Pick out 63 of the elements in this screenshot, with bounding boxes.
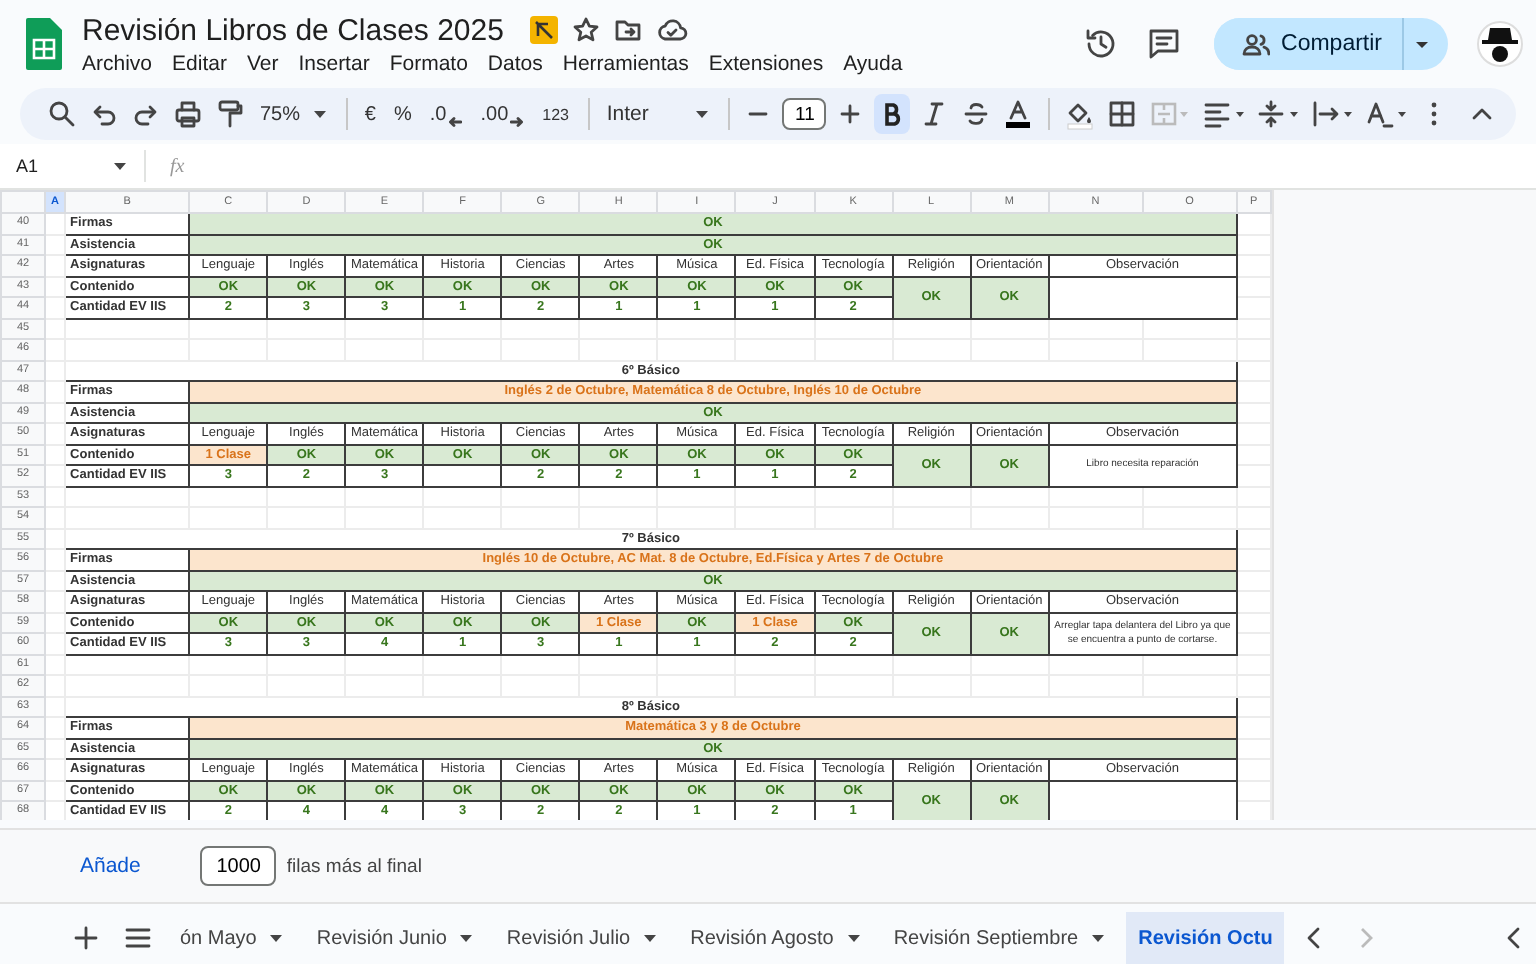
increase-decimals-button[interactable]: .00 bbox=[474, 94, 531, 134]
borders-icon[interactable] bbox=[1105, 98, 1138, 130]
arrow-left-icon bbox=[448, 116, 463, 128]
sheet-tab[interactable]: Revisión Junio bbox=[304, 912, 487, 964]
sheet-tab[interactable]: Revisión Julio bbox=[494, 912, 671, 964]
currency-button[interactable]: € bbox=[358, 94, 382, 134]
caret-icon bbox=[1090, 930, 1107, 946]
plus-icon[interactable] bbox=[70, 922, 102, 954]
menu-item[interactable]: Extensiones bbox=[708, 51, 834, 75]
decrease-decimals-button[interactable]: .0 bbox=[423, 94, 469, 134]
folder-icon[interactable] bbox=[613, 16, 642, 44]
sheet-tab[interactable]: ón Mayo bbox=[168, 912, 297, 964]
align-left-icon[interactable] bbox=[1201, 98, 1246, 130]
text-rotation-icon[interactable] bbox=[1363, 98, 1408, 130]
caret-icon bbox=[642, 930, 659, 946]
add-button[interactable]: Añade bbox=[72, 854, 149, 878]
caret-icon bbox=[693, 106, 710, 122]
print-icon[interactable] bbox=[172, 98, 204, 130]
caret-icon bbox=[112, 158, 128, 174]
caret-icon bbox=[458, 930, 475, 946]
search-icon[interactable] bbox=[46, 98, 78, 130]
add-rows-text: filas más al final bbox=[286, 855, 422, 877]
people-icon bbox=[1241, 32, 1270, 56]
document-title[interactable]: Revisión Libros de Clases 2025 bbox=[82, 13, 504, 47]
fill-color-icon[interactable] bbox=[1063, 98, 1096, 130]
row-count-field[interactable]: 1000 bbox=[200, 846, 277, 886]
font-size-field[interactable]: 11 bbox=[782, 98, 827, 130]
avatar-icon[interactable] bbox=[1476, 20, 1524, 68]
caret-icon bbox=[845, 930, 862, 946]
menu-item[interactable]: Ver bbox=[246, 51, 289, 75]
strikethrough-icon[interactable] bbox=[960, 98, 993, 130]
arrow-right-icon bbox=[510, 116, 525, 128]
sheet-tab[interactable]: Revisión Octu bbox=[1126, 912, 1285, 964]
name-box[interactable]: A1 bbox=[16, 150, 146, 182]
menu-item[interactable]: Editar bbox=[172, 51, 237, 75]
badge-icon[interactable] bbox=[529, 16, 558, 44]
function-label: fx bbox=[170, 155, 185, 177]
caret-icon bbox=[311, 106, 328, 122]
sheet-tab[interactable]: Revisión Septiembre bbox=[881, 912, 1119, 964]
menu-item[interactable]: Formato bbox=[389, 51, 478, 75]
menu-item[interactable]: Insertar bbox=[298, 51, 380, 75]
menu-item[interactable]: Herramientas bbox=[562, 51, 699, 75]
menu-item[interactable]: Datos bbox=[487, 51, 553, 75]
vertical-align-icon[interactable] bbox=[1255, 98, 1300, 130]
sheet-tab[interactable]: Revisión Agosto bbox=[678, 912, 874, 964]
history-icon[interactable] bbox=[1081, 26, 1118, 62]
caret-icon bbox=[268, 930, 285, 946]
menu-item[interactable]: Ayuda bbox=[843, 51, 913, 75]
sheets-logo-icon[interactable] bbox=[24, 16, 64, 72]
bold-icon bbox=[880, 102, 905, 126]
font-dropdown[interactable]: Inter bbox=[600, 94, 716, 134]
number-format-button[interactable]: 123 bbox=[536, 94, 575, 134]
zoom-dropdown[interactable]: 75% bbox=[254, 94, 334, 134]
star-icon[interactable] bbox=[571, 16, 600, 44]
cloud-icon[interactable] bbox=[655, 16, 688, 44]
share-button[interactable]: Compartir bbox=[1213, 18, 1404, 70]
comment-icon[interactable] bbox=[1145, 26, 1182, 62]
paint-format-icon[interactable] bbox=[214, 98, 246, 130]
bold-button[interactable] bbox=[874, 94, 911, 134]
text-color-icon[interactable] bbox=[1002, 98, 1035, 130]
percent-button[interactable]: % bbox=[387, 94, 418, 134]
menu-item[interactable]: Archivo bbox=[82, 51, 163, 75]
text-wrap-icon[interactable] bbox=[1309, 98, 1354, 130]
